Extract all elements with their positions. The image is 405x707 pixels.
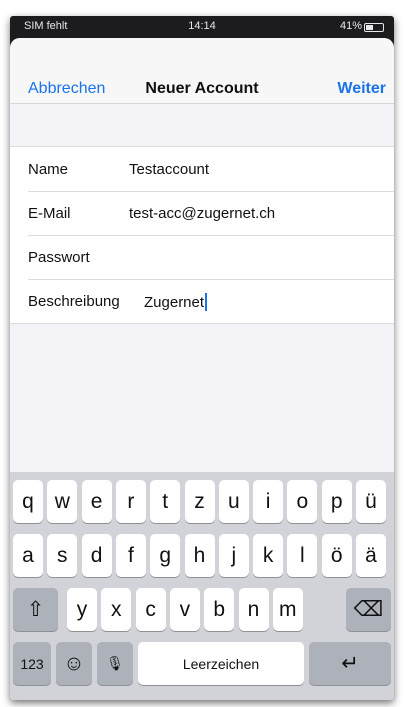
new-account-sheet: Abbrechen Neuer Account Weiter Name Test… — [10, 38, 394, 700]
keyboard-row-2: asdfghjklöä — [10, 534, 394, 577]
email-row[interactable]: E-Mail test-acc@zugernet.ch — [10, 191, 394, 235]
shift-icon: ⇧ — [26, 598, 45, 621]
key-k[interactable]: k — [253, 534, 284, 577]
key-l[interactable]: l — [287, 534, 318, 577]
microphone-icon: 🎙 — [106, 655, 124, 671]
space-key[interactable]: Leerzeichen — [138, 642, 304, 685]
key-g[interactable]: g — [150, 534, 181, 577]
key-o[interactable]: o — [287, 480, 318, 523]
key-w[interactable]: w — [47, 480, 78, 523]
key-c[interactable]: c — [135, 588, 166, 631]
key-v[interactable]: v — [169, 588, 200, 631]
description-label: Beschreibung — [28, 293, 120, 310]
key-u[interactable]: u — [218, 480, 249, 523]
key-t[interactable]: t — [150, 480, 181, 523]
key-ö[interactable]: ö — [321, 534, 352, 577]
numbers-key[interactable]: 123 — [13, 642, 51, 685]
page-title: Neuer Account — [145, 80, 259, 97]
key-h[interactable]: h — [184, 534, 215, 577]
key-p[interactable]: p — [321, 480, 352, 523]
description-value: Zugernet — [144, 294, 205, 311]
key-b[interactable]: b — [204, 588, 235, 631]
status-bar: SIM fehlt 14:14 41% — [10, 16, 394, 38]
text-cursor — [205, 293, 208, 311]
key-e[interactable]: e — [81, 480, 112, 523]
key-d[interactable]: d — [81, 534, 112, 577]
email-field[interactable]: test-acc@zugernet.ch — [129, 205, 275, 222]
key-n[interactable]: n — [238, 588, 269, 631]
key-r[interactable]: r — [115, 480, 146, 523]
key-j[interactable]: j — [218, 534, 249, 577]
return-key[interactable]: ↵ — [309, 642, 391, 685]
description-row[interactable]: Beschreibung Zugernet — [10, 279, 394, 323]
key-i[interactable]: i — [253, 480, 284, 523]
key-x[interactable]: x — [101, 588, 132, 631]
key-s[interactable]: s — [47, 534, 78, 577]
keyboard: qwertzuiopü asdfghjklöä ⇧ ⌫ yxcvbnm 123 … — [10, 472, 394, 700]
key-y[interactable]: y — [67, 588, 97, 631]
return-icon: ↵ — [341, 652, 359, 675]
key-f[interactable]: f — [115, 534, 146, 577]
key-ä[interactable]: ä — [356, 534, 386, 577]
phone-frame: SIM fehlt 14:14 41% Abbrechen Neuer Acco… — [10, 16, 394, 700]
delete-key[interactable]: ⌫ — [346, 588, 391, 631]
name-field[interactable]: Testaccount — [129, 161, 209, 178]
next-button[interactable]: Weiter — [337, 80, 386, 98]
password-label: Passwort — [28, 249, 90, 266]
emoji-icon: ☺ — [63, 651, 85, 675]
battery-percent: 41% — [339, 20, 362, 32]
key-z[interactable]: z — [184, 480, 215, 523]
keyboard-row-1: qwertzuiopü — [10, 480, 394, 523]
keyboard-row-3: ⇧ ⌫ yxcvbnm — [10, 588, 394, 631]
shift-key[interactable]: ⇧ — [13, 588, 58, 631]
microphone-key[interactable]: 🎙 — [97, 642, 133, 685]
key-a[interactable]: a — [13, 534, 43, 577]
key-ü[interactable]: ü — [356, 480, 386, 523]
password-row[interactable]: Passwort — [10, 235, 394, 279]
key-m[interactable]: m — [272, 588, 303, 631]
name-label: Name — [28, 161, 69, 178]
emoji-key[interactable]: ☺ — [56, 642, 92, 685]
navigation-bar: Abbrechen Neuer Account Weiter — [10, 38, 394, 104]
key-q[interactable]: q — [13, 480, 43, 523]
battery-icon — [364, 23, 384, 32]
delete-icon: ⌫ — [353, 598, 384, 621]
status-time: 14:14 — [188, 20, 216, 32]
keyboard-row-4: 123 ☺ 🎙 Leerzeichen ↵ — [10, 642, 394, 685]
name-row[interactable]: Name Testaccount — [10, 147, 394, 191]
description-field[interactable]: Zugernet — [144, 293, 208, 311]
account-form: Name Testaccount E-Mail test-acc@zugerne… — [10, 146, 394, 324]
email-label: E-Mail — [28, 205, 71, 222]
